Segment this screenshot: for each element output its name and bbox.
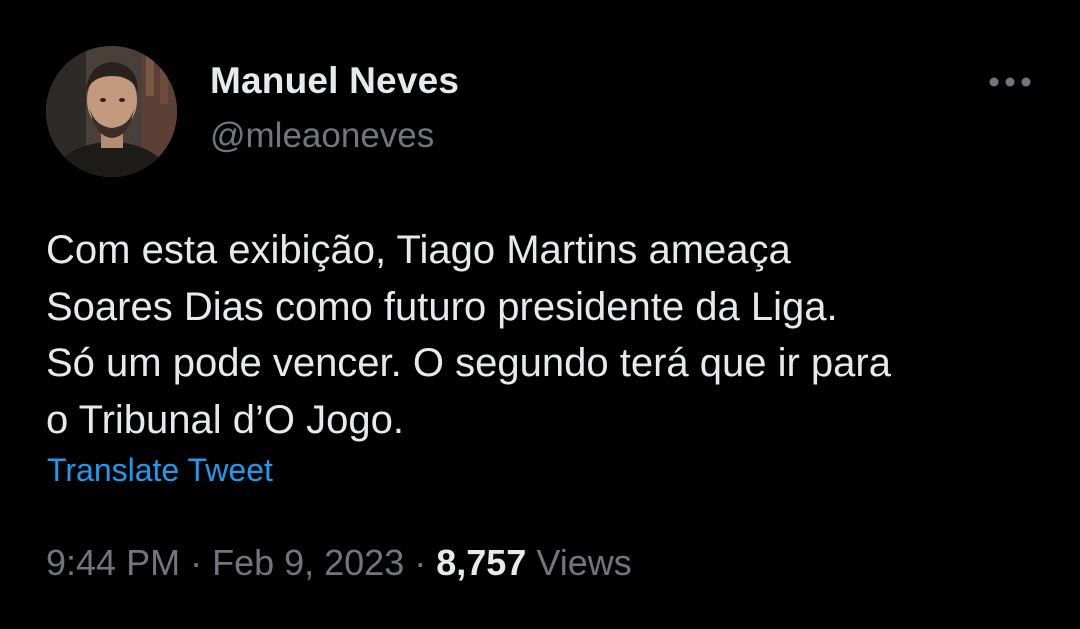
tweet-text-line: Só um pode vencer. O segundo terá que ir…	[46, 341, 891, 385]
tweet-text-line: Soares Dias como futuro presidente da Li…	[46, 284, 838, 329]
views-link[interactable]: 8,757 Views	[436, 542, 632, 583]
tweet-card: Manuel Neves @mleaoneves Com esta exibiç…	[0, 0, 1080, 629]
tweet-text-line: o Tribunal d’O Jogo.	[46, 397, 404, 442]
more-horizontal-icon	[989, 77, 1031, 87]
tweet-text-line: Com esta exibição, Tiago Martins ameaça	[46, 228, 791, 272]
tweet-meta: 9:44 PM · Feb 9, 2023 · 8,757 Views	[46, 542, 632, 584]
author-handle[interactable]: @mleaoneves	[210, 116, 434, 156]
tweet-time[interactable]: 9:44 PM	[46, 542, 180, 583]
views-count: 8,757	[436, 542, 527, 583]
tweet-text: Com esta exibição, Tiago Martins ameaça …	[46, 222, 1046, 448]
views-label: Views	[536, 542, 632, 583]
avatar-photo	[46, 46, 177, 177]
author-display-name[interactable]: Manuel Neves	[210, 60, 459, 102]
more-options-button[interactable]	[984, 62, 1036, 102]
meta-separator: ·	[414, 542, 427, 583]
avatar[interactable]	[46, 46, 177, 177]
tweet-date[interactable]: Feb 9, 2023	[212, 542, 404, 583]
translate-tweet-link[interactable]: Translate Tweet	[47, 452, 273, 489]
meta-separator: ·	[190, 542, 203, 583]
